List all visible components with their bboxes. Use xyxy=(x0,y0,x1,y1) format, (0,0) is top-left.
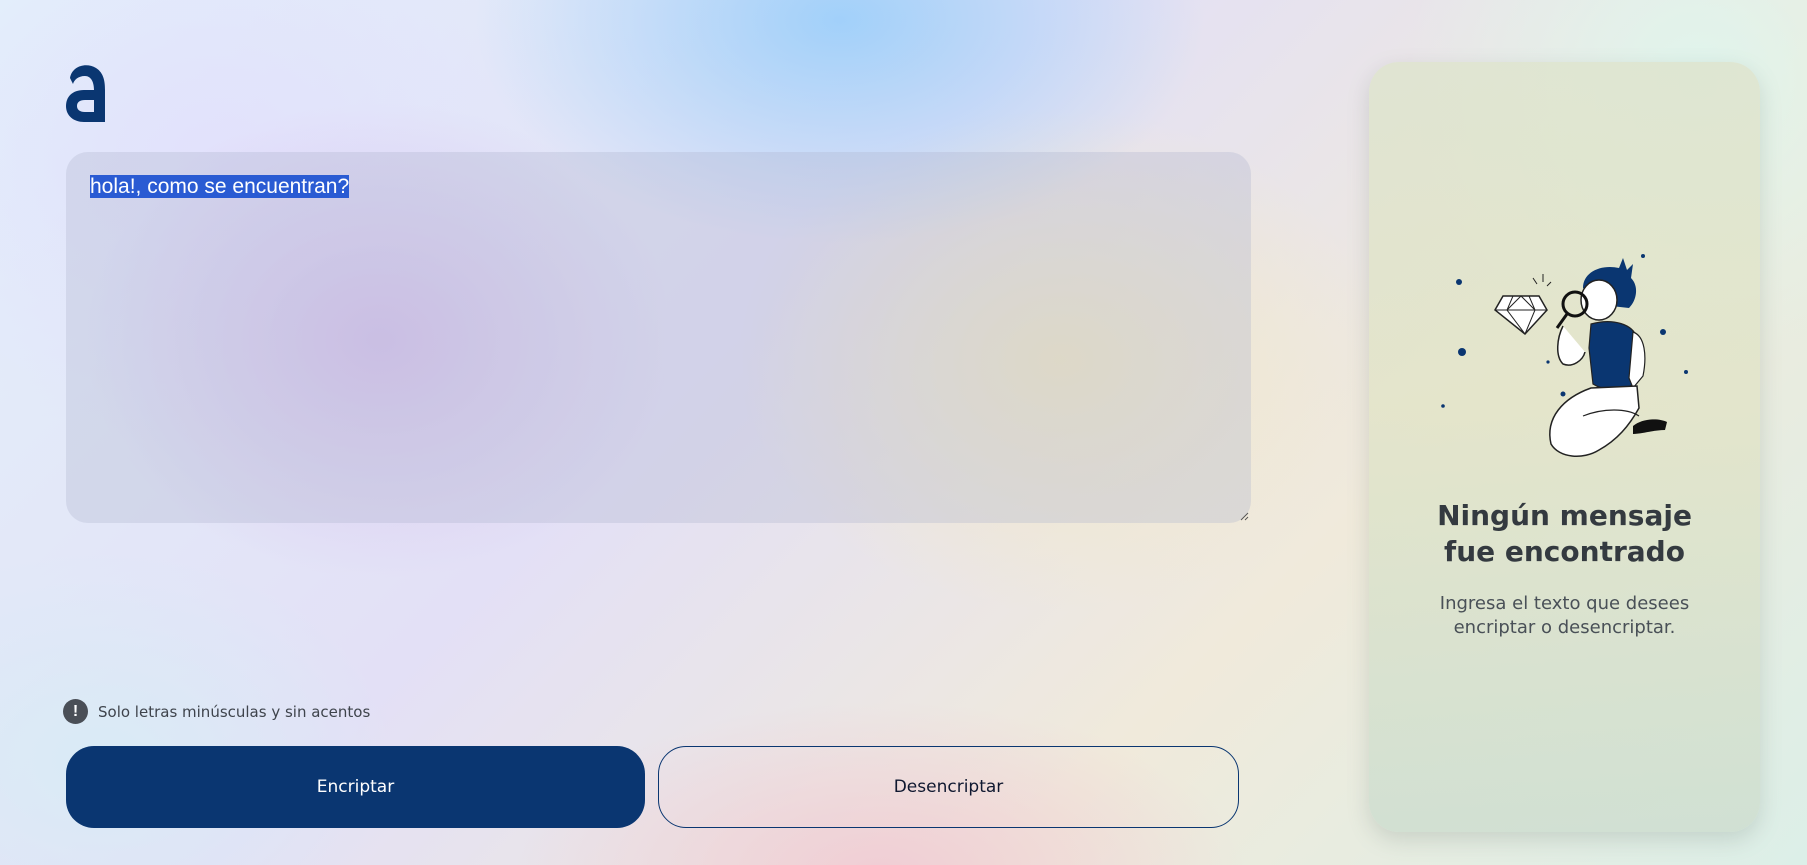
panel-subtitle: Ingresa el texto que desees encriptar o … xyxy=(1369,592,1760,640)
input-notice-text: Solo letras minúsculas y sin acentos xyxy=(98,702,371,721)
alura-logo xyxy=(66,65,105,122)
message-textarea-value[interactable]: hola!, como se encuentran? xyxy=(90,175,350,198)
input-notice: ! Solo letras minúsculas y sin acentos xyxy=(63,699,370,724)
message-textarea[interactable]: hola!, como se encuentran? xyxy=(66,152,1251,523)
panel-subtitle-line1: Ingresa el texto que desees xyxy=(1439,593,1690,614)
encrypt-button[interactable]: Encriptar xyxy=(66,746,645,828)
searching-person-illustration xyxy=(1441,254,1688,457)
panel-subtitle-line2: encriptar o desencriptar. xyxy=(1453,617,1676,638)
panel-title-line2: fue encontrado xyxy=(1444,535,1685,568)
output-panel: Ningún mensaje fue encontrado Ingresa el… xyxy=(1369,62,1760,832)
panel-title-line1: Ningún mensaje xyxy=(1437,499,1692,532)
decrypt-button[interactable]: Desencriptar xyxy=(658,746,1239,828)
info-icon: ! xyxy=(63,699,88,724)
resize-handle-icon[interactable] xyxy=(1239,511,1249,521)
panel-title: Ningún mensaje fue encontrado xyxy=(1369,498,1760,570)
